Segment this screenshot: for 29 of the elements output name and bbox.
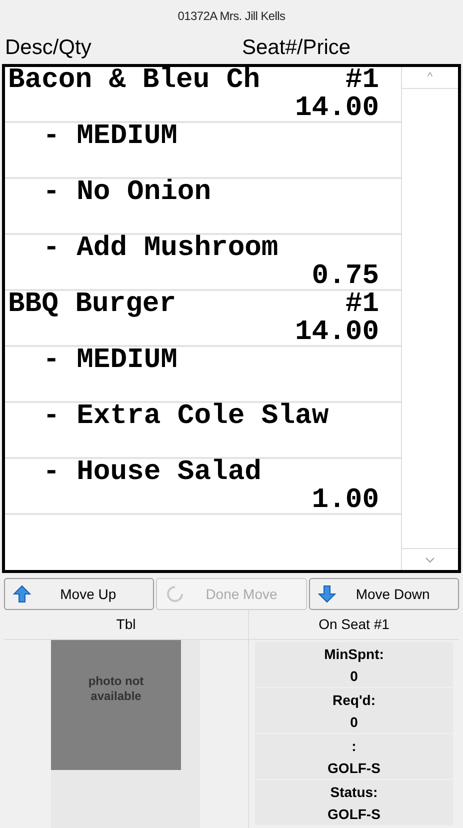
seat-number: #1	[345, 291, 379, 319]
down-arrow-icon	[318, 585, 336, 603]
modifier-text: - Extra Cole Slaw	[42, 403, 329, 431]
move-button[interactable]: Move Up	[4, 578, 154, 610]
price: 14.00	[294, 95, 379, 123]
customer-title: 01372A Mrs. Jill Kells	[178, 8, 286, 25]
column-header: Desc/Qty	[5, 35, 92, 62]
modifier-text: - House Salad	[42, 459, 262, 487]
item-name: Bacon & Bleu Ch	[7, 67, 260, 95]
info-cell: : GOLF-S	[255, 734, 453, 779]
chevron-down-icon[interactable]	[425, 556, 435, 562]
table-header: On Seat #1	[318, 615, 390, 634]
modifier-text: - MEDIUM	[42, 347, 178, 375]
price: 0.75	[312, 263, 379, 291]
info-cell: Req'd: 0	[255, 688, 453, 733]
modifier-text: - Add Mushroom	[42, 235, 278, 263]
info-cell: MinSpnt: 0	[255, 642, 453, 687]
item-name: BBQ Burger	[7, 291, 176, 319]
info-cell: Status: GOLF-S	[255, 780, 453, 825]
price: 1.00	[312, 487, 379, 515]
move-button[interactable]: Move Down	[308, 578, 459, 610]
up-arrow-icon	[13, 585, 31, 603]
photo-caption: photo not available	[87, 674, 145, 704]
column-header: Seat#/Price	[242, 35, 351, 62]
seat-number: #1	[345, 67, 379, 95]
price: 14.00	[294, 319, 379, 347]
table-header: Tbl	[116, 615, 136, 634]
modifier-text: - MEDIUM	[42, 123, 178, 151]
modifier-text: - No Onion	[42, 179, 212, 207]
